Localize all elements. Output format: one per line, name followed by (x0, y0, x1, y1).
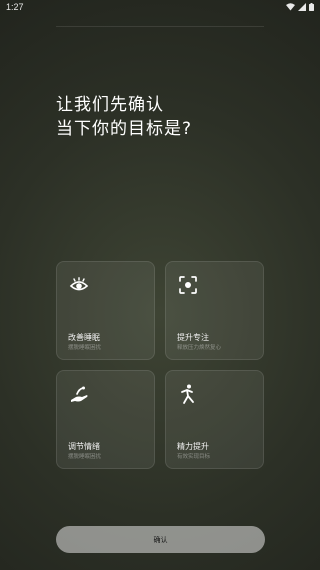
option-card-improve-sleep[interactable]: 改善睡眠 摆脱睡眠困扰 (56, 261, 155, 360)
option-title: 提升专注 (177, 333, 209, 342)
option-title: 精力提升 (177, 442, 209, 451)
option-card-boost-energy[interactable]: 精力提升 有效实现目标 (165, 370, 264, 469)
top-divider (56, 26, 264, 27)
wifi-icon (286, 3, 295, 11)
eye-icon (68, 274, 90, 296)
status-icons (286, 3, 314, 11)
confirm-button[interactable]: 确认 (56, 526, 265, 553)
option-title: 调节情绪 (68, 442, 100, 451)
battery-icon (309, 3, 314, 11)
status-time: 1:27 (6, 2, 24, 12)
option-subtitle: 摆脱睡眠困扰 (68, 454, 102, 460)
goal-options-grid: 改善睡眠 摆脱睡眠困扰 提升专注 释放压力焕然复心 调节情绪 摆脱睡眠困扰 精力… (56, 261, 265, 469)
focus-frame-icon (177, 274, 199, 296)
option-subtitle: 释放压力焕然复心 (177, 345, 222, 351)
hand-icon (68, 383, 90, 405)
option-subtitle: 摆脱睡眠困扰 (68, 345, 102, 351)
option-card-improve-focus[interactable]: 提升专注 释放压力焕然复心 (165, 261, 264, 360)
signal-icon (298, 3, 306, 11)
option-subtitle: 有效实现目标 (177, 454, 211, 460)
page-title: 让我们先确认 当下你的目标是? (56, 93, 276, 141)
walking-person-icon (177, 383, 199, 405)
option-title: 改善睡眠 (68, 333, 100, 342)
option-card-regulate-mood[interactable]: 调节情绪 摆脱睡眠困扰 (56, 370, 155, 469)
page-title-line-1: 让我们先确认 (56, 95, 164, 115)
status-bar: 1:27 (0, 0, 320, 14)
page-title-line-2: 当下你的目标是? (56, 119, 193, 139)
